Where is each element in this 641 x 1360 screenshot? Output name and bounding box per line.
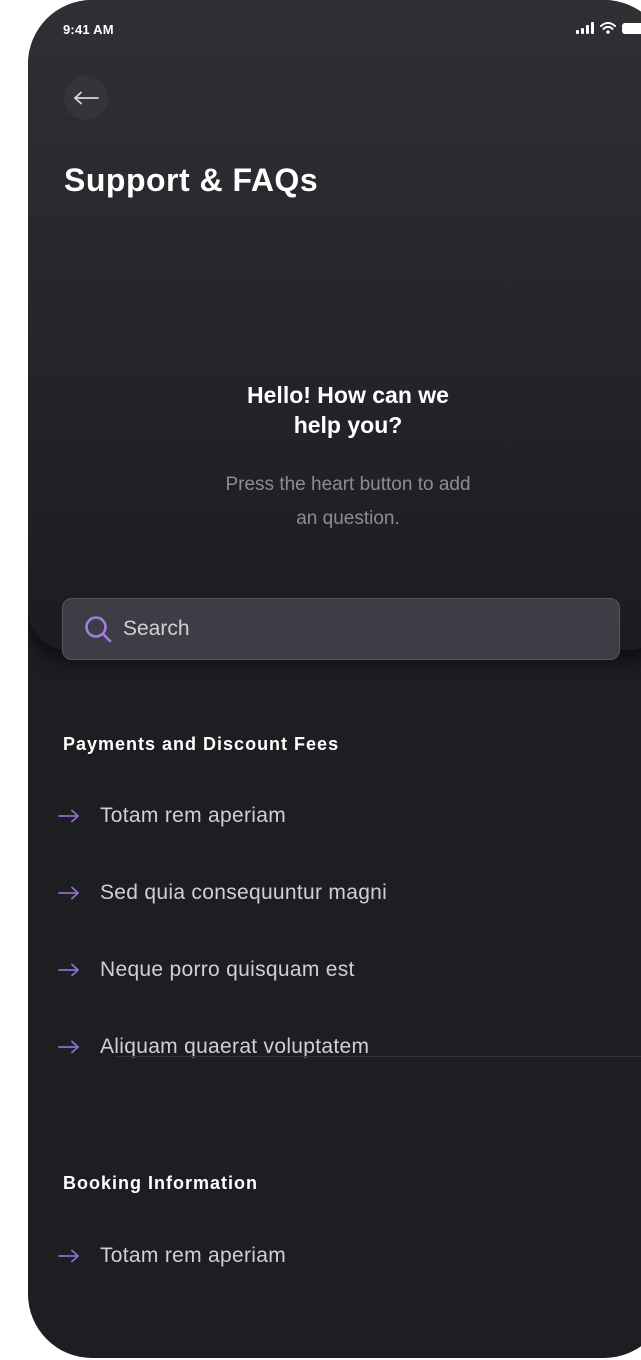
status-time: 9:41 AM <box>63 22 114 37</box>
page-title: Support & FAQs <box>64 162 319 198</box>
faq-item[interactable]: Totam rem aperiam <box>58 796 286 836</box>
arrow-right-icon <box>58 886 79 900</box>
faq-item-label: Sed quia consequuntur magni <box>100 881 388 904</box>
faq-item[interactable]: Neque porro quisquam est <box>58 950 355 990</box>
faq-item[interactable]: Totam rem aperiam <box>58 1236 286 1276</box>
back-button[interactable] <box>64 76 108 120</box>
faq-item-label: Totam rem aperiam <box>100 804 286 827</box>
arrow-right-icon <box>58 1249 79 1263</box>
section-title-payments: Payments and Discount Fees <box>63 734 340 754</box>
section-title-booking: Booking Information <box>63 1173 258 1193</box>
search-input[interactable] <box>121 616 565 642</box>
phone-screen: 9:41 AM Support & FAQs Hello! How can we… <box>28 0 641 1358</box>
faq-item[interactable]: Aliquam quaerat voluptatem <box>58 1027 369 1067</box>
arrow-left-icon <box>74 91 99 105</box>
battery-icon <box>622 23 641 34</box>
section-divider <box>114 1056 641 1057</box>
hero-panel <box>28 0 641 650</box>
arrow-right-icon <box>58 809 79 823</box>
hero-heading-line-1: Hello! How can we <box>247 382 449 408</box>
wifi-icon <box>600 22 616 34</box>
search-icon <box>85 616 112 643</box>
faq-item-label: Neque porro quisquam est <box>100 958 355 981</box>
hero-heading-line-2: help you? <box>293 412 403 438</box>
status-icons <box>576 22 641 34</box>
faq-item-label: Totam rem aperiam <box>100 1244 286 1267</box>
hero-heading: Hello! How can we help you? <box>28 380 641 440</box>
hero-hint: Press the heart button to add an questio… <box>28 468 641 536</box>
faq-item[interactable]: Sed quia consequuntur magni <box>58 873 387 913</box>
hero-hint-line-1: Press the heart button to add <box>225 474 471 495</box>
signal-icon <box>576 22 594 34</box>
hero-hint-line-2: an question. <box>296 508 400 529</box>
arrow-right-icon <box>58 1040 79 1054</box>
search-bar[interactable] <box>62 598 620 660</box>
arrow-right-icon <box>58 963 79 977</box>
